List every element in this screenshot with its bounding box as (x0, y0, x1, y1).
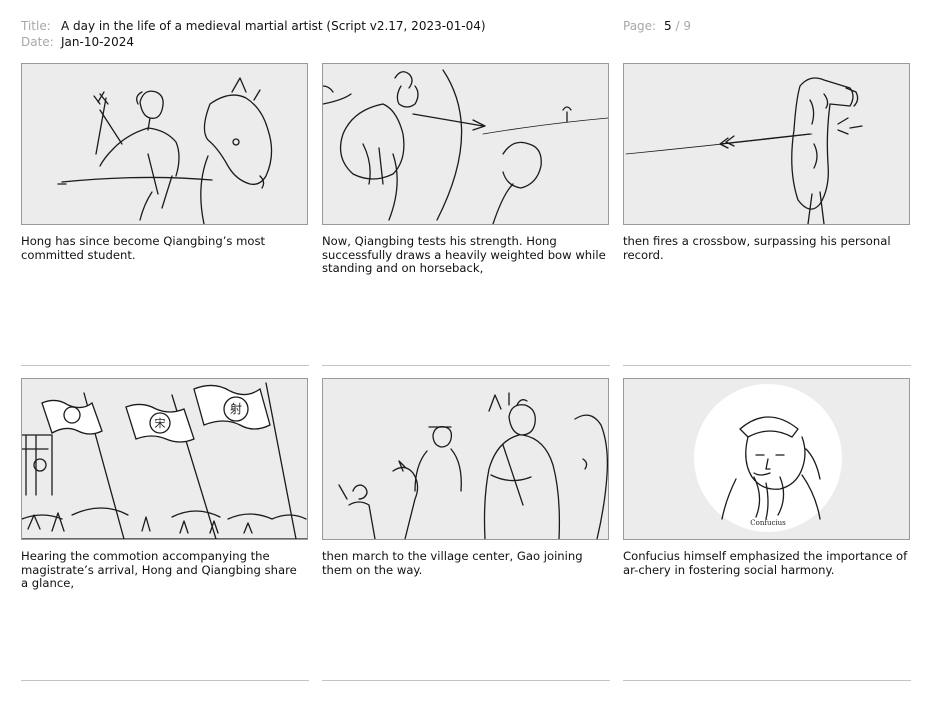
page-label: Page: (623, 19, 657, 33)
banner-glyph-song: 宋 (155, 416, 166, 430)
title-label: Title: (21, 19, 51, 33)
panel-caption: Now, Qiangbing tests his strength. Hong … (322, 234, 606, 275)
panel-caption: Hong has since become Qiangbing’s most c… (21, 234, 266, 262)
panel-caption: Confucius himself emphasized the importa… (623, 549, 908, 577)
script-title: A day in the life of a medieval martial … (61, 19, 486, 33)
panel-sketch-confucius[interactable]: Confucius P5-06 (623, 378, 910, 540)
storyboard-panel[interactable]: P5-01 Hong has since become Qiangbing’s … (21, 63, 309, 366)
panel-caption: then fires a crossbow, surpassing his pe… (623, 234, 891, 262)
panel-divider (623, 680, 911, 681)
crossbow-target-sketch (625, 77, 863, 224)
rider-archer-sketch (57, 77, 273, 224)
page-total: / 9 (671, 19, 691, 33)
village-march-sketch (338, 392, 608, 539)
storyboard-panel[interactable]: P5-05 then march to the village center, … (322, 378, 610, 681)
confucius-portrait-sketch: Confucius (694, 384, 842, 532)
storyboard-panel[interactable]: P5-02 Now, Qiangbing tests his strength.… (322, 63, 610, 366)
panel-caption: then march to the village center, Gao jo… (322, 549, 583, 577)
drawing-bow-sketch (323, 69, 608, 224)
script-date: Jan-10-2024 (61, 35, 134, 49)
storyboard-panel[interactable]: 宋 射 P5-04 Hearing the commotion accompan… (21, 378, 309, 681)
panel-divider (623, 365, 911, 366)
portrait-signature: Confucius (750, 519, 786, 527)
title-row: Title: A day in the life of a medieval ma… (21, 18, 486, 34)
page-current: 5 (664, 19, 672, 33)
panel-sketch-drawing-bow[interactable]: P5-02 (322, 63, 609, 225)
banners-sketch: 宋 射 (22, 382, 307, 539)
date-label: Date: (21, 35, 54, 49)
panel-divider (322, 680, 610, 681)
page-indicator: Page: 5 / 9 (623, 18, 691, 34)
panel-divider (322, 365, 610, 366)
banner-glyph-she: 射 (230, 401, 242, 416)
panel-sketch-village-march[interactable]: P5-05 (322, 378, 609, 540)
date-row: Date: Jan-10-2024 (21, 34, 134, 50)
storyboard-panel[interactable]: P5-03 then fires a crossbow, surpassing … (623, 63, 911, 366)
panel-sketch-banners[interactable]: 宋 射 P5-04 (21, 378, 308, 540)
panel-sketch-crossbow-target[interactable]: P5-03 (623, 63, 910, 225)
panel-divider (21, 365, 309, 366)
panel-divider (21, 680, 309, 681)
panel-caption: Hearing the commotion accompanying the m… (21, 549, 297, 590)
storyboard-panel[interactable]: Confucius P5-06 Confucius himself emphas… (623, 378, 911, 681)
panel-sketch-rider-archer[interactable]: P5-01 (21, 63, 308, 225)
